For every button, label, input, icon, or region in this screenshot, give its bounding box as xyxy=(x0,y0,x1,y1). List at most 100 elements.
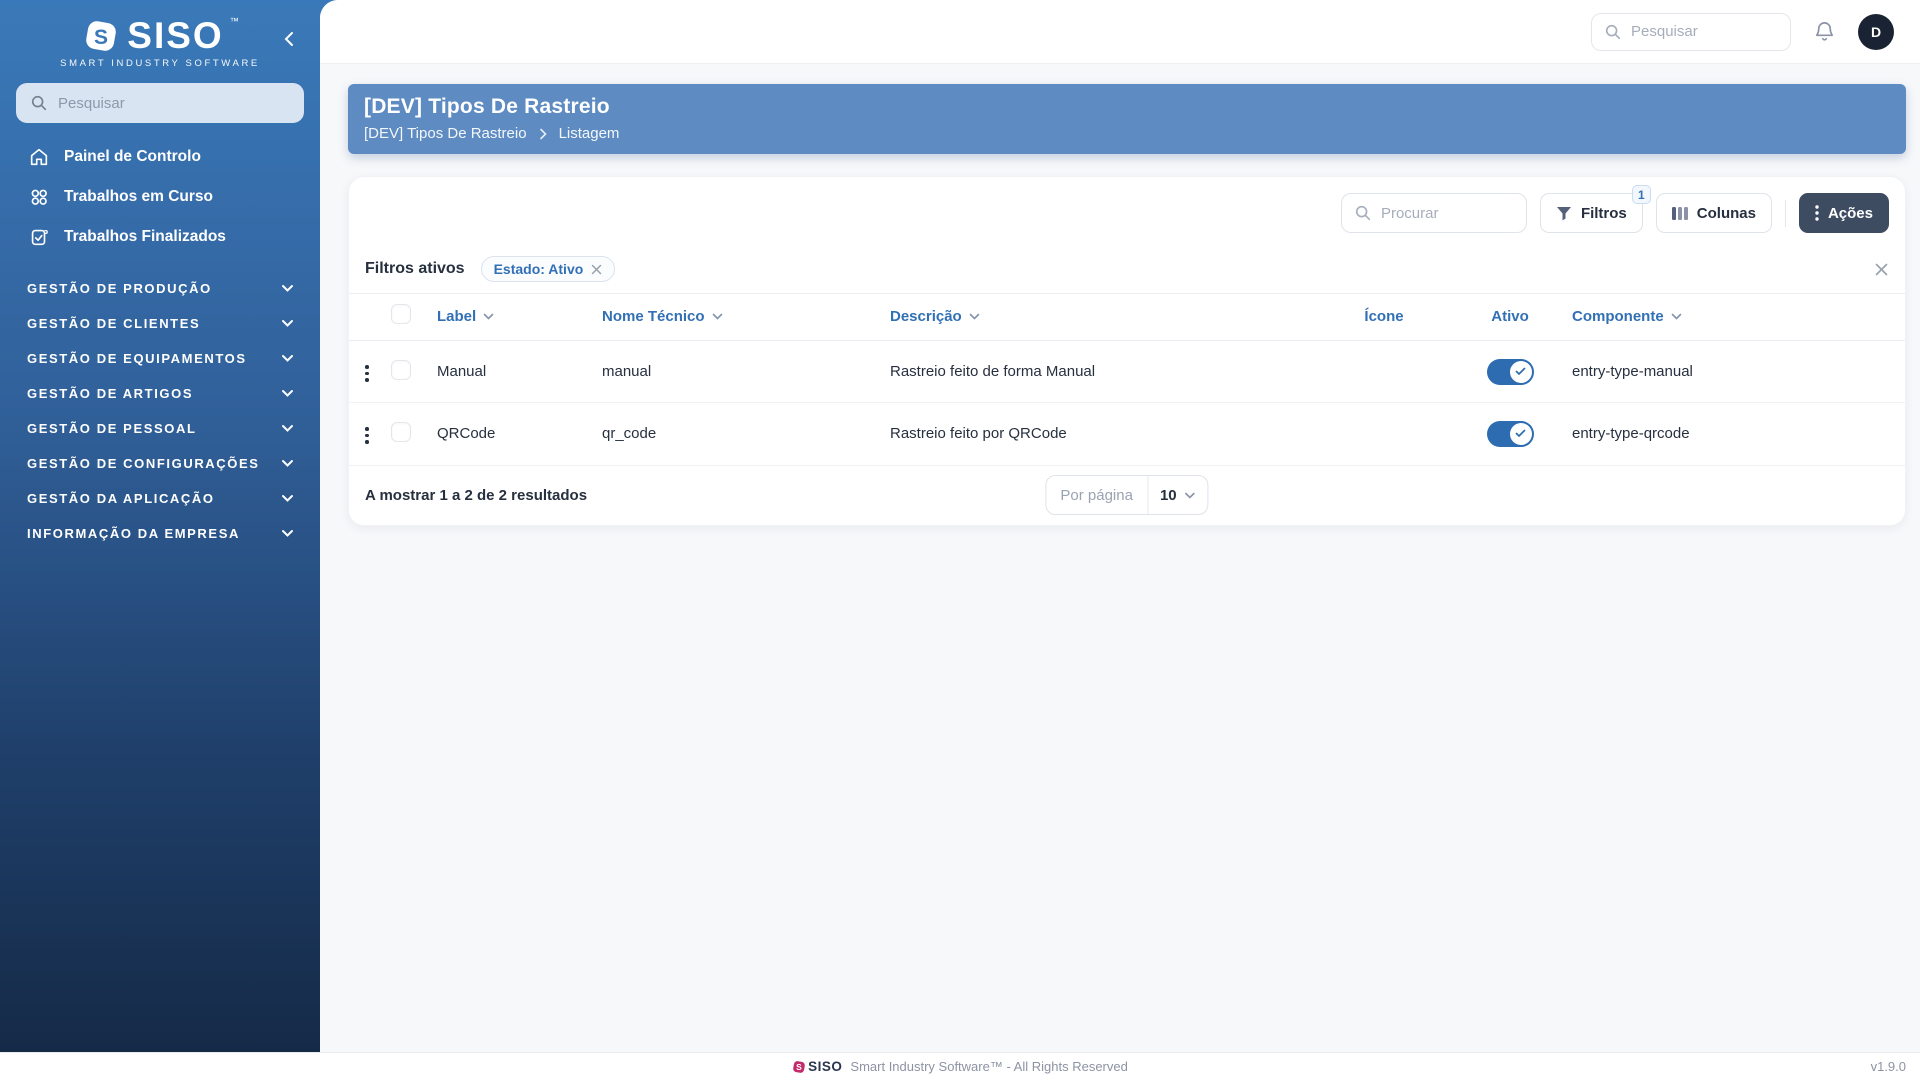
table-row[interactable]: QRCode qr_code Rastreio feito por QRCode… xyxy=(349,403,1905,465)
sidebar-section-gestao-de-equipamentos[interactable]: GESTÃO DE EQUIPAMENTOS xyxy=(0,341,320,376)
chevron-down-icon xyxy=(281,494,294,503)
sidebar-item-trabalhos-finalizados[interactable]: Trabalhos Finalizados xyxy=(0,217,320,257)
kebab-icon xyxy=(1815,205,1819,221)
sort-chevron-icon xyxy=(969,313,980,320)
toolbar-divider xyxy=(1785,200,1786,227)
sort-chevron-icon xyxy=(1671,313,1682,320)
footer-brand-text: SISO xyxy=(808,1059,842,1074)
svg-text:S: S xyxy=(94,26,108,49)
chevron-down-icon xyxy=(281,319,294,328)
sort-chevron-icon xyxy=(712,313,723,320)
header-select-all[interactable] xyxy=(391,294,437,341)
sidebar-section-gestao-de-configuracoes[interactable]: GESTÃO DE CONFIGURAÇÕES xyxy=(0,446,320,481)
sidebar-search[interactable] xyxy=(16,83,304,123)
section-label: GESTÃO DE PESSOAL xyxy=(27,421,197,436)
sidebar-item-painel-de-controlo[interactable]: Painel de Controlo xyxy=(0,137,320,177)
active-toggle[interactable] xyxy=(1487,359,1534,385)
global-search[interactable] xyxy=(1591,13,1791,51)
sidebar-section-gestao-de-producao[interactable]: GESTÃO DE PRODUÇÃO xyxy=(0,271,320,306)
logo-subtitle: SMART INDUSTRY SOFTWARE xyxy=(0,58,320,69)
list-card: Filtros 1 Colunas xyxy=(348,176,1906,526)
chevron-down-icon xyxy=(281,459,294,468)
sidebar-section-gestao-de-clientes[interactable]: GESTÃO DE CLIENTES xyxy=(0,306,320,341)
filters-button[interactable]: Filtros 1 xyxy=(1540,193,1643,233)
active-filters-label: Filtros ativos xyxy=(365,260,465,278)
section-label: GESTÃO DE EQUIPAMENTOS xyxy=(27,351,247,366)
table-header-row: Label Nome Técnico Descrição Ícone Ativo… xyxy=(349,294,1905,341)
sidebar-item-label: Painel de Controlo xyxy=(64,148,201,166)
data-table: Label Nome Técnico Descrição Ícone Ativo… xyxy=(349,294,1905,465)
logo-tm: ™ xyxy=(230,16,239,26)
grid-icon xyxy=(28,186,50,208)
cell-component: entry-type-manual xyxy=(1572,341,1905,403)
sidebar-search-input[interactable] xyxy=(58,95,290,112)
sidebar-section-gestao-de-pessoal[interactable]: GESTÃO DE PESSOAL xyxy=(0,411,320,446)
sidebar-item-label: Trabalhos Finalizados xyxy=(64,228,226,246)
columns-button[interactable]: Colunas xyxy=(1656,193,1772,233)
chevron-down-icon xyxy=(281,529,294,538)
section-label: GESTÃO DE CLIENTES xyxy=(27,316,200,331)
sidebar-collapse-icon[interactable] xyxy=(282,30,296,48)
filter-icon xyxy=(1556,206,1572,221)
row-checkbox[interactable] xyxy=(391,360,411,380)
column-header-ativo: Ativo xyxy=(1460,294,1572,341)
sidebar-section-gestao-da-aplicacao[interactable]: GESTÃO DA APLICAÇÃO xyxy=(0,481,320,516)
column-header-icone: Ícone xyxy=(1320,294,1460,341)
sidebar-section-gestao-de-artigos[interactable]: GESTÃO DE ARTIGOS xyxy=(0,376,320,411)
filter-chip-estado-ativo[interactable]: Estado: Ativo xyxy=(481,256,616,282)
app-version: v1.9.0 xyxy=(1871,1059,1906,1074)
select-all-checkbox[interactable] xyxy=(391,304,411,324)
actions-button-label: Ações xyxy=(1828,205,1873,222)
cell-technical-name: manual xyxy=(602,341,890,403)
search-icon xyxy=(30,94,48,112)
filters-button-label: Filtros xyxy=(1581,205,1627,222)
active-toggle[interactable] xyxy=(1487,421,1534,447)
per-page-select[interactable]: Por página 10 xyxy=(1045,475,1208,515)
cell-label: Manual xyxy=(437,341,602,403)
check-icon xyxy=(1515,429,1526,438)
avatar[interactable]: D xyxy=(1858,14,1894,50)
main-area: D [DEV] Tipos De Rastreio [DEV] Tipos De… xyxy=(320,0,1920,1052)
actions-button[interactable]: Ações xyxy=(1799,193,1889,233)
clear-filters-icon[interactable] xyxy=(1874,262,1889,277)
search-icon xyxy=(1354,204,1372,222)
breadcrumb-root[interactable]: [DEV] Tipos De Rastreio xyxy=(364,125,527,142)
list-toolbar: Filtros 1 Colunas xyxy=(349,177,1905,247)
section-label: GESTÃO DE PRODUÇÃO xyxy=(27,281,212,296)
bell-icon[interactable] xyxy=(1813,20,1836,43)
table-row[interactable]: Manual manual Rastreio feito de forma Ma… xyxy=(349,341,1905,403)
breadcrumb: [DEV] Tipos De Rastreio Listagem xyxy=(364,125,1890,142)
filters-count-badge: 1 xyxy=(1632,185,1651,204)
sidebar-sections: GESTÃO DE PRODUÇÃO GESTÃO DE CLIENTES GE… xyxy=(0,271,320,551)
global-search-input[interactable] xyxy=(1631,23,1778,40)
chevron-down-icon xyxy=(1185,492,1196,499)
row-checkbox[interactable] xyxy=(391,422,411,442)
chevron-right-icon xyxy=(539,128,547,140)
column-header-descricao[interactable]: Descrição xyxy=(890,294,1320,341)
close-icon[interactable] xyxy=(591,264,602,275)
column-header-componente[interactable]: Componente xyxy=(1572,294,1905,341)
section-label: INFORMAÇÃO DA EMPRESA xyxy=(27,526,240,541)
siso-logo-icon: S xyxy=(81,16,121,56)
home-icon xyxy=(28,146,50,168)
svg-text:S: S xyxy=(796,1062,802,1072)
chevron-down-icon xyxy=(281,424,294,433)
table-search-input[interactable] xyxy=(1381,205,1514,222)
chevron-down-icon xyxy=(281,389,294,398)
sidebar: S SISO ™ SMART INDUSTRY SOFTWARE xyxy=(0,0,320,1052)
search-icon xyxy=(1604,23,1622,41)
cell-icon xyxy=(1320,403,1460,465)
column-header-nome-tecnico[interactable]: Nome Técnico xyxy=(602,294,890,341)
cell-description: Rastreio feito de forma Manual xyxy=(890,341,1320,403)
footer-brand: S SISO xyxy=(792,1059,842,1074)
page-footer: S SISO Smart Industry Software™ - All Ri… xyxy=(0,1052,1920,1080)
row-actions-kebab-icon[interactable] xyxy=(357,421,377,450)
table-search[interactable] xyxy=(1341,193,1527,233)
page-header-banner: [DEV] Tipos De Rastreio [DEV] Tipos De R… xyxy=(348,84,1906,154)
per-page-label: Por página xyxy=(1046,476,1148,514)
filter-chip-label: Estado: Ativo xyxy=(494,261,584,277)
row-actions-kebab-icon[interactable] xyxy=(357,359,377,388)
column-header-label[interactable]: Label xyxy=(437,294,602,341)
sidebar-section-informacao-da-empresa[interactable]: INFORMAÇÃO DA EMPRESA xyxy=(0,516,320,551)
sidebar-item-trabalhos-em-curso[interactable]: Trabalhos em Curso xyxy=(0,177,320,217)
